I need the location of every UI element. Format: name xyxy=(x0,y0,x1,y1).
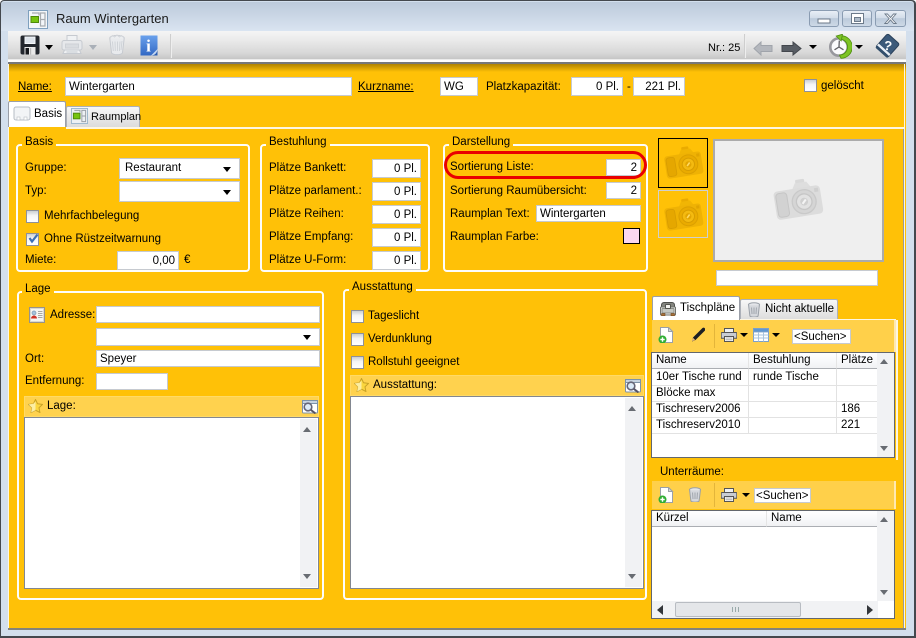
svg-text:i: i xyxy=(146,37,151,56)
